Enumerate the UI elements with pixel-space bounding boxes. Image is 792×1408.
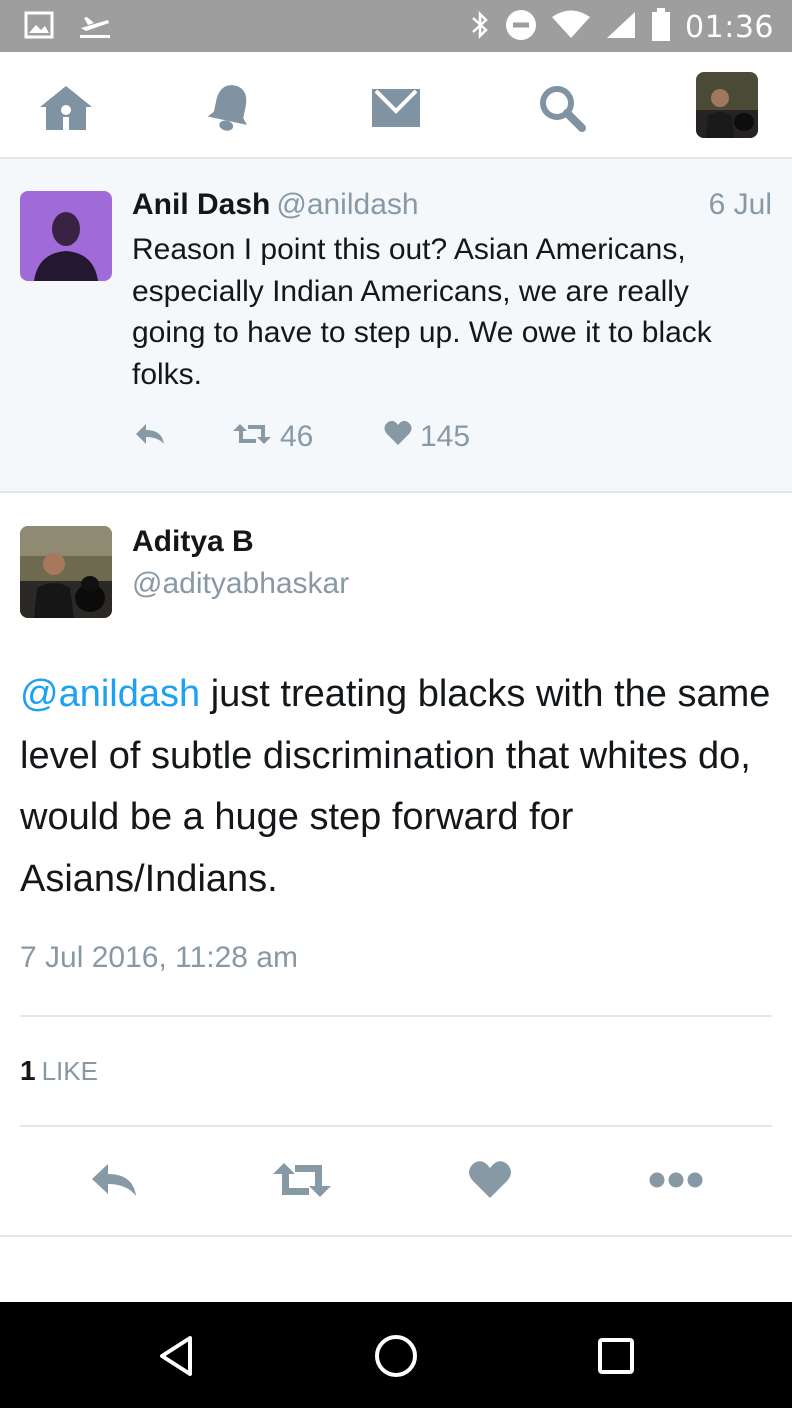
parent-tweet-text: Reason I point this out? Asian Americans… bbox=[132, 229, 777, 395]
profile-avatar[interactable] bbox=[696, 72, 758, 138]
more-options-button[interactable] bbox=[646, 1152, 706, 1212]
parent-tweet-text-line: Reason I point this out? Asian Americans… bbox=[132, 233, 686, 266]
parent-retweet-button[interactable]: 46 bbox=[232, 417, 313, 457]
status-bar-right: 01:36 bbox=[469, 8, 774, 47]
heart-icon bbox=[468, 1160, 512, 1205]
parent-tweet-header: Anil Dash @anildash 6 Jul bbox=[132, 187, 772, 223]
parent-tweet-text-line: especially Indian Americans, we are real… bbox=[132, 274, 689, 308]
status-bar: 01:36 bbox=[0, 0, 792, 52]
notifications-icon[interactable] bbox=[200, 80, 260, 136]
do-not-disturb-icon bbox=[505, 9, 537, 46]
recents-icon[interactable] bbox=[592, 1332, 640, 1380]
parent-tweet[interactable]: Anil Dash @anildash 6 Jul Reason I point … bbox=[0, 159, 792, 493]
parent-like-button[interactable]: 145 bbox=[384, 417, 470, 457]
parent-tweet-date: 6 Jul bbox=[708, 188, 772, 221]
airplane-mode-icon bbox=[78, 10, 112, 45]
parent-tweet-avatar[interactable] bbox=[20, 191, 112, 281]
heart-icon bbox=[384, 420, 412, 454]
like-button[interactable] bbox=[466, 1152, 514, 1212]
home-icon[interactable] bbox=[36, 80, 96, 136]
mention-link[interactable]: @anildash bbox=[20, 673, 200, 715]
reply-icon bbox=[134, 420, 166, 454]
parent-like-count: 145 bbox=[420, 420, 471, 453]
clock: 01:36 bbox=[685, 10, 774, 45]
retweet-icon bbox=[232, 420, 272, 454]
tweet-actions bbox=[0, 1152, 792, 1212]
like-count: 1 bbox=[20, 1055, 36, 1086]
tweet-author-handle[interactable]: @adityabhaskar bbox=[132, 566, 349, 602]
reply-icon bbox=[89, 1161, 139, 1204]
search-icon[interactable] bbox=[532, 80, 592, 136]
battery-icon bbox=[651, 8, 671, 47]
like-label: LIKE bbox=[41, 1056, 98, 1086]
divider bbox=[0, 1235, 792, 1237]
parent-tweet-actions: 46 145 bbox=[132, 417, 632, 457]
top-nav-bar bbox=[0, 52, 792, 159]
tweet-author-avatar[interactable] bbox=[20, 526, 112, 618]
parent-retweet-count: 46 bbox=[280, 420, 314, 453]
divider bbox=[20, 1015, 772, 1017]
tweet-author-name[interactable]: Aditya B bbox=[132, 524, 254, 560]
wifi-icon bbox=[551, 10, 591, 45]
more-icon bbox=[648, 1170, 704, 1195]
parent-tweet-author-handle[interactable]: @anildash bbox=[276, 188, 418, 221]
android-navigation-bar bbox=[0, 1302, 792, 1408]
retweet-icon bbox=[272, 1161, 332, 1204]
image-icon bbox=[24, 11, 54, 44]
signal-icon bbox=[605, 10, 637, 45]
tweet-text: @anildash just treating blacks with the … bbox=[20, 664, 780, 910]
divider bbox=[20, 1125, 772, 1127]
parent-tweet-text-line: folks. bbox=[132, 357, 203, 391]
parent-reply-button[interactable] bbox=[134, 417, 166, 457]
tweet-timestamp: 7 Jul 2016, 11:28 am bbox=[20, 941, 298, 974]
parent-tweet-text-line: going to have to step up. We owe it to b… bbox=[132, 316, 712, 349]
status-bar-left bbox=[24, 10, 112, 45]
reply-button[interactable] bbox=[86, 1152, 142, 1212]
back-icon[interactable] bbox=[152, 1332, 200, 1380]
messages-icon[interactable] bbox=[366, 80, 426, 136]
likes-summary[interactable]: 1 LIKE bbox=[20, 1054, 98, 1088]
parent-tweet-author-name[interactable]: Anil Dash bbox=[132, 188, 270, 221]
bluetooth-icon bbox=[469, 9, 491, 46]
home-button-icon[interactable] bbox=[372, 1332, 420, 1380]
retweet-button[interactable] bbox=[270, 1152, 334, 1212]
